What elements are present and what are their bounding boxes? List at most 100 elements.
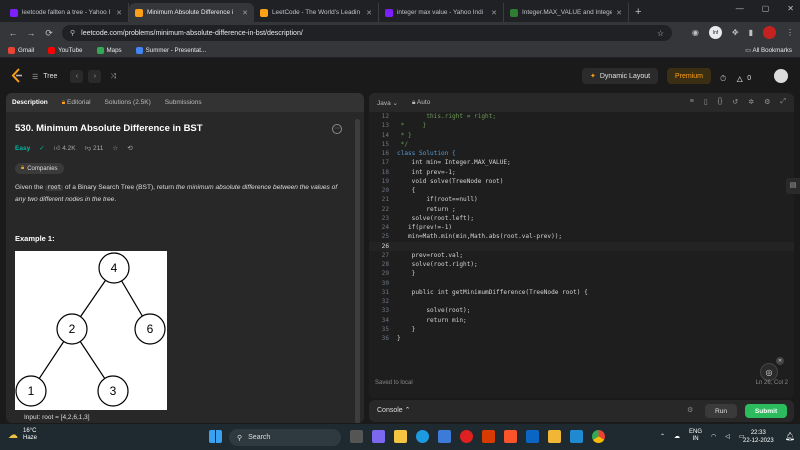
language-select[interactable]: Java ⌄	[377, 99, 398, 107]
code-line[interactable]: 17 int min= Integer.MAX_VALUE;	[369, 158, 794, 167]
code-line[interactable]: 16 class Solution {	[369, 149, 794, 158]
tab-close-icon[interactable]: ✕	[616, 9, 622, 17]
volume-icon[interactable]: ◁	[725, 433, 730, 440]
browser-tab[interactable]: Minimum Absolute Difference i ✕	[129, 3, 254, 22]
tab-close-icon[interactable]: ✕	[491, 9, 497, 17]
tab-close-icon[interactable]: ✕	[242, 9, 248, 17]
code-line[interactable]: 18 int prev=-1;	[369, 168, 794, 177]
wifi-icon[interactable]: ◠	[711, 433, 716, 440]
dislike-button[interactable]: 👎︎ 211	[85, 144, 104, 152]
tab-close-icon[interactable]: ✕	[366, 9, 372, 17]
camera-icon[interactable]: ◉	[692, 28, 699, 37]
maximize-icon[interactable]: ▢	[762, 4, 770, 13]
site-info-icon[interactable]: ⚲	[70, 29, 75, 37]
tab-submissions[interactable]: Submissions	[165, 99, 202, 106]
teams-icon[interactable]	[372, 430, 385, 443]
code-line[interactable]: 22 return ;	[369, 205, 794, 214]
tray-chevron-icon[interactable]: ⌃	[660, 433, 665, 440]
code-line[interactable]: 26	[369, 241, 794, 251]
forward-icon[interactable]: →	[22, 28, 40, 38]
brave-icon[interactable]	[504, 430, 517, 443]
task-view-icon[interactable]	[350, 430, 363, 443]
like-button[interactable]: 👍︎ 4.2K	[54, 144, 76, 152]
browser-menu-icon[interactable]: ⋮	[786, 28, 794, 37]
editor-settings-icon[interactable]: ⚙	[764, 98, 770, 106]
autocomplete-mode[interactable]: 🔒︎ Auto	[412, 99, 430, 107]
code-line[interactable]: 14 * }	[369, 131, 794, 140]
console-settings-icon[interactable]: ⚙	[687, 406, 693, 414]
code-line[interactable]: 25 min=Math.min(min,Math.abs(root.val-pr…	[369, 232, 794, 241]
more-options-icon[interactable]: ⋯	[332, 124, 342, 134]
code-line[interactable]: 20 {	[369, 186, 794, 195]
opera-icon[interactable]	[460, 430, 473, 443]
bookmark-icon[interactable]: ▯	[704, 98, 708, 106]
code-line[interactable]: 28 solve(root.right);	[369, 260, 794, 269]
linkedin-icon[interactable]	[526, 430, 539, 443]
dynamic-layout-button[interactable]: ✦ Dynamic Layout	[582, 68, 659, 84]
next-problem-button[interactable]: ›	[88, 70, 102, 83]
code-line[interactable]: 13 * }	[369, 121, 794, 130]
premium-button[interactable]: Premium	[667, 68, 712, 84]
fire-icon[interactable]: 🜂	[736, 70, 743, 87]
sidebar-icon[interactable]: ▮	[749, 28, 753, 37]
code-line[interactable]: 19 void solve(TreeNode root)	[369, 177, 794, 186]
new-tab-button[interactable]: +	[635, 3, 641, 22]
all-bookmarks[interactable]: ▭ All Bookmarks	[745, 47, 792, 54]
code-line[interactable]: 35 }	[369, 325, 794, 334]
ai-chat-icon[interactable]: ◎	[760, 363, 778, 381]
windows-start-icon[interactable]	[209, 430, 222, 443]
favorite-star-icon[interactable]: ☆	[112, 144, 118, 152]
back-icon[interactable]: ←	[4, 28, 22, 38]
problem-list-title[interactable]: Tree	[43, 73, 57, 80]
fullscreen-icon[interactable]: ⤢	[780, 98, 786, 106]
bookmark-star-icon[interactable]: ☆	[657, 29, 664, 38]
tab-solutions[interactable]: Solutions (2.5K)	[105, 99, 151, 106]
companies-tag[interactable]: 🔒︎ Companies	[15, 163, 64, 174]
list-icon[interactable]: ☰	[32, 73, 38, 81]
vscode-icon[interactable]	[570, 430, 583, 443]
submit-button[interactable]: Submit	[745, 404, 787, 418]
office-icon[interactable]	[482, 430, 495, 443]
tab-editorial[interactable]: 🔒︎ Editorial	[62, 99, 91, 107]
language-indicator[interactable]: ENG IN	[689, 429, 702, 443]
code-line[interactable]: 23 solve(root.left);	[369, 214, 794, 223]
prev-problem-button[interactable]: ‹	[70, 70, 84, 83]
braces-icon[interactable]: {}	[718, 98, 723, 106]
code-line[interactable]: 29 }	[369, 269, 794, 278]
code-area[interactable]: 12 this.right = right; 13 * } 14 * } 15 */1…	[369, 112, 794, 343]
leetcode-logo-icon[interactable]	[11, 68, 23, 83]
code-line[interactable]: 30	[369, 279, 794, 288]
code-line[interactable]: 27 prev=root.val;	[369, 251, 794, 260]
chrome-icon[interactable]	[592, 430, 605, 443]
bookmark-gmail[interactable]: Gmail	[8, 47, 34, 54]
browser-tab[interactable]: integer max value - Yahoo Indi ✕	[379, 3, 504, 22]
tab-close-icon[interactable]: ✕	[116, 9, 122, 17]
close-icon[interactable]: ✕	[776, 357, 784, 365]
bookmark-youtube[interactable]: YouTube	[48, 47, 83, 54]
browser-tab[interactable]: Integer.MAX_VALUE and Intege ✕	[504, 3, 629, 22]
notes-icon[interactable]: ▤	[786, 178, 800, 194]
code-line[interactable]: 32	[369, 297, 794, 306]
ms-store-icon[interactable]	[438, 430, 451, 443]
description-scrollbar[interactable]	[355, 119, 360, 423]
code-line[interactable]: 31 public int getMinimumDifference(TreeN…	[369, 288, 794, 297]
edge-icon[interactable]	[416, 430, 429, 443]
format-icon[interactable]: ≡	[690, 98, 694, 106]
folder-icon[interactable]	[548, 430, 561, 443]
code-line[interactable]: 24 if(prev!=-1)	[369, 223, 794, 232]
profile-badge[interactable]: Inf	[708, 26, 722, 39]
tab-description[interactable]: Description	[12, 99, 48, 106]
code-line[interactable]: 33 solve(root);	[369, 306, 794, 315]
run-button[interactable]: Run	[705, 404, 737, 418]
extensions-icon[interactable]: ✥	[732, 28, 739, 37]
debug-icon[interactable]: ✲	[748, 98, 754, 106]
reload-icon[interactable]: ⟳	[40, 28, 58, 39]
shuffle-icon[interactable]: ⤨	[110, 73, 116, 81]
weather-widget[interactable]: ☁ 16°C Haze	[8, 428, 37, 442]
bookmark-maps[interactable]: Maps	[96, 47, 122, 54]
taskbar-clock[interactable]: 22:33 22-12-2023	[743, 429, 774, 445]
taskbar-search[interactable]: ⚲ Search	[229, 429, 341, 446]
close-window-icon[interactable]: ✕	[787, 4, 794, 13]
url-bar[interactable]: ⚲ leetcode.com/problems/minimum-absolute…	[62, 25, 672, 41]
share-icon[interactable]: ⟲	[127, 144, 132, 152]
